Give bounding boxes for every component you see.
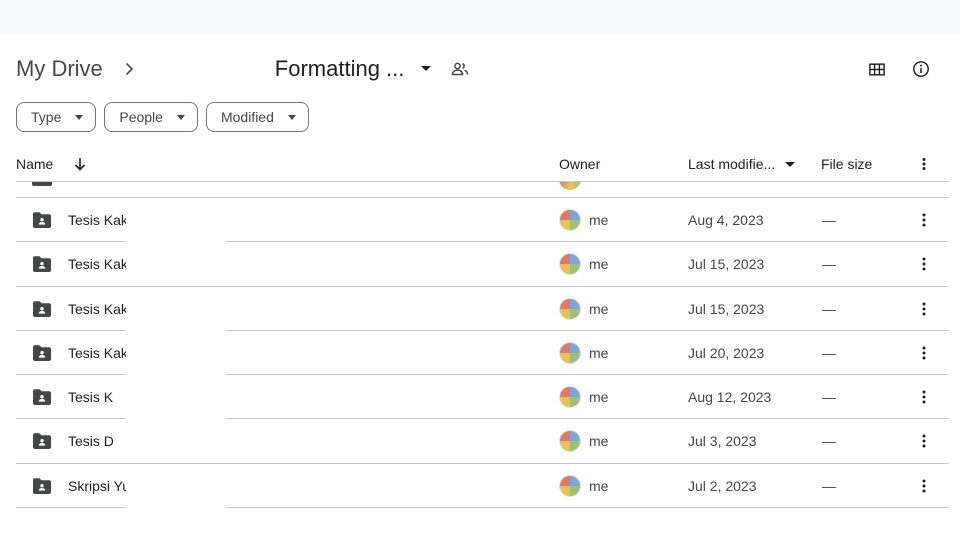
grid-view-icon[interactable] — [866, 58, 888, 80]
owner-name: me — [589, 212, 609, 228]
view-actions — [866, 52, 932, 86]
shared-folder-icon — [32, 432, 52, 450]
filter-chips: Type People Modified — [16, 102, 309, 132]
owner-name: me — [589, 256, 609, 273]
top-strip — [0, 0, 960, 34]
redacted-area — [126, 330, 226, 375]
arrow-down-icon[interactable] — [72, 156, 88, 172]
file-size: — — [822, 433, 836, 450]
owner-name: me — [589, 389, 609, 406]
last-modified: Jul 15, 2023 — [688, 256, 765, 273]
file-size: — — [822, 389, 836, 406]
filter-modified-chip[interactable]: Modified — [205, 102, 309, 132]
more-vert-icon[interactable] — [916, 300, 932, 318]
breadcrumb: My Drive Formatting ... — [16, 52, 946, 86]
breadcrumb-current[interactable]: Formatting ... — [275, 56, 437, 82]
avatar — [559, 253, 581, 276]
more-vert-icon[interactable] — [916, 388, 932, 406]
avatar — [559, 341, 581, 364]
column-header-row: Name Owner Last modifie... File size — [16, 146, 949, 182]
more-vert-icon[interactable] — [916, 344, 932, 362]
avatar — [559, 297, 581, 320]
column-header-last-modified[interactable]: Last modifie... — [688, 146, 796, 182]
more-vert-icon[interactable] — [916, 432, 932, 450]
table-row-partial[interactable] — [16, 182, 949, 198]
avatar — [559, 182, 581, 190]
arrow-drop-down-icon — [287, 114, 296, 120]
file-list: Name Owner Last modifie... File size Tes… — [16, 146, 949, 509]
redacted-area — [126, 198, 226, 242]
arrow-drop-down-icon — [176, 114, 185, 120]
shared-folder-icon — [32, 211, 52, 229]
table-row[interactable]: Tesis Kak . me Jul 20, 2023 — — [16, 330, 949, 376]
file-size: — — [822, 477, 836, 494]
filter-type-chip[interactable]: Type — [16, 102, 97, 132]
file-size: — — [822, 300, 836, 317]
file-name[interactable]: Tesis D — [68, 419, 114, 463]
column-header-name[interactable]: Name — [16, 146, 53, 182]
avatar — [559, 474, 581, 497]
table-body: Tesis Kak I me Aug 4, 2023 — Tesis Kak I… — [16, 198, 949, 509]
last-modified: Jul 15, 2023 — [688, 300, 765, 317]
breadcrumb-current-label: Formatting ... — [274, 56, 405, 81]
arrow-drop-down-icon[interactable] — [416, 59, 436, 79]
shared-folder-icon — [32, 182, 52, 186]
redacted-area — [126, 375, 226, 420]
chevron-right-icon — [121, 61, 137, 77]
arrow-drop-down-icon — [75, 114, 84, 120]
last-modified: Jul 3, 2023 — [688, 433, 757, 450]
table-row[interactable]: Tesis Kak I me Jul 15, 2023 — — [16, 242, 949, 287]
more-vert-icon[interactable] — [916, 211, 932, 229]
info-icon[interactable] — [910, 58, 932, 80]
redacted-area — [126, 286, 226, 331]
table-row[interactable]: Tesis Kak I me Aug 4, 2023 — — [16, 198, 949, 243]
breadcrumb-root[interactable]: My Drive — [16, 56, 103, 82]
more-vert-icon[interactable] — [916, 255, 932, 273]
people-icon[interactable] — [450, 59, 470, 79]
owner-name: me — [589, 300, 609, 317]
shared-folder-icon — [32, 300, 52, 318]
file-size: — — [822, 212, 836, 228]
file-name[interactable]: Tesis K — [68, 375, 113, 419]
more-vert-icon[interactable] — [916, 146, 932, 182]
more-vert-icon[interactable] — [916, 477, 932, 495]
avatar — [559, 209, 581, 231]
redacted-area — [126, 419, 226, 464]
avatar — [559, 430, 581, 453]
table-row[interactable]: Tesis K me Aug 12, 2023 — — [16, 375, 949, 420]
shared-folder-icon — [32, 344, 52, 362]
file-name[interactable]: Skripsi Yu — [68, 464, 130, 508]
last-modified: Aug 12, 2023 — [688, 389, 772, 406]
redacted-area — [126, 463, 226, 508]
column-header-last-modified-label: Last modifie... — [688, 156, 776, 172]
breadcrumb-middle-redacted[interactable] — [153, 59, 243, 79]
file-size: — — [822, 344, 836, 361]
redacted-area — [126, 242, 226, 287]
arrow-drop-down-icon — [785, 161, 796, 167]
column-header-file-size[interactable]: File size — [821, 146, 872, 182]
filter-type-label: Type — [31, 109, 62, 125]
filter-people-label: People — [119, 109, 163, 125]
last-modified: Aug 4, 2023 — [688, 212, 764, 228]
filter-people-chip[interactable]: People — [104, 102, 198, 132]
owner-name: me — [589, 344, 609, 361]
shared-folder-icon — [32, 255, 52, 273]
last-modified: Jul 20, 2023 — [688, 344, 765, 361]
shared-folder-icon — [32, 388, 52, 406]
table-row[interactable]: Tesis Kak . me Jul 15, 2023 — — [16, 286, 949, 331]
avatar — [559, 386, 581, 409]
column-header-owner[interactable]: Owner — [559, 146, 600, 182]
file-size: — — [822, 256, 836, 273]
filter-modified-label: Modified — [220, 109, 274, 125]
shared-folder-icon — [32, 477, 52, 495]
owner-name: me — [589, 433, 609, 450]
owner-name: me — [589, 477, 609, 494]
table-row[interactable]: Tesis D me Jul 3, 2023 — — [16, 419, 949, 464]
table-row[interactable]: Skripsi Yu me Jul 2, 2023 — — [16, 463, 949, 509]
last-modified: Jul 2, 2023 — [688, 477, 757, 494]
